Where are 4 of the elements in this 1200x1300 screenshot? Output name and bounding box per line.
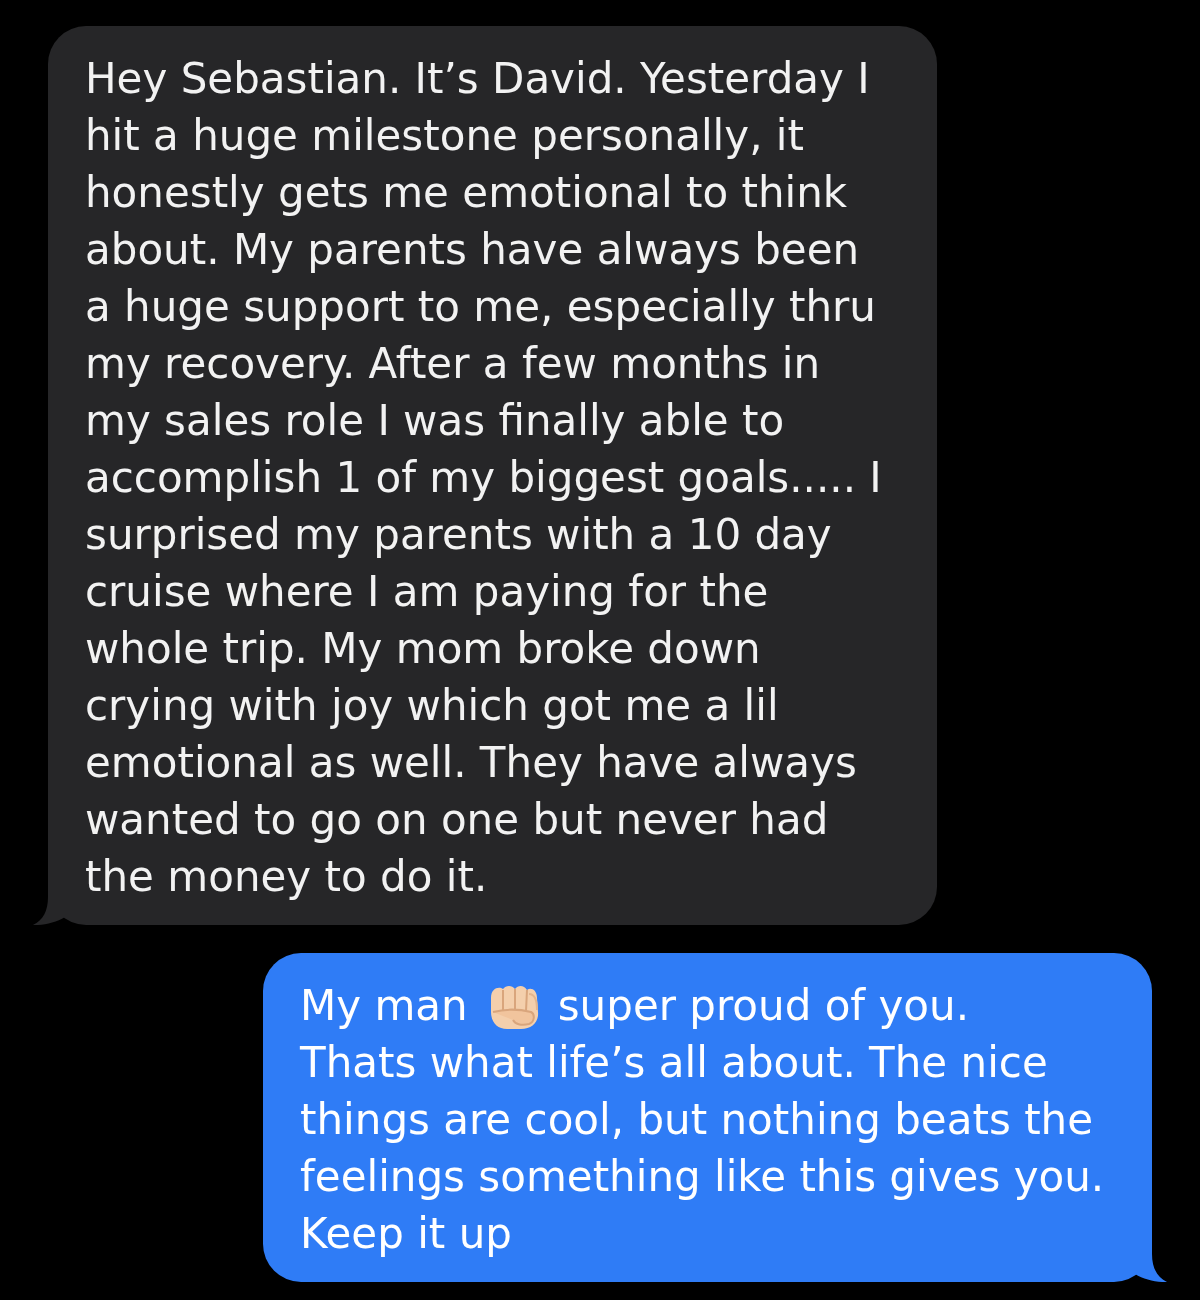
message-text: My man [300,980,468,1032]
message-text: Hey Sebastian. It’s David. Yesterday I hit a huge milestone personally, it honestly gets me emotional to think about. My parents have always been a huge support to me, especially thru my recovery. After a few months in my sales role I was finally able to accomplish 1 of my biggest goals..... I surprised my parents with a 10 day cruise where I am paying for the whole trip. My mom broke down crying with joy which got me a lil emotional as well. They have always wanted to go on one but never had the money to do it. [85,53,883,903]
message-text: Thats what life’s all about. The nice things are cool, but nothing beats the feelings something like this gives you. Keep it up [300,1037,1106,1260]
message-text: super proud of you. [557,980,970,1032]
